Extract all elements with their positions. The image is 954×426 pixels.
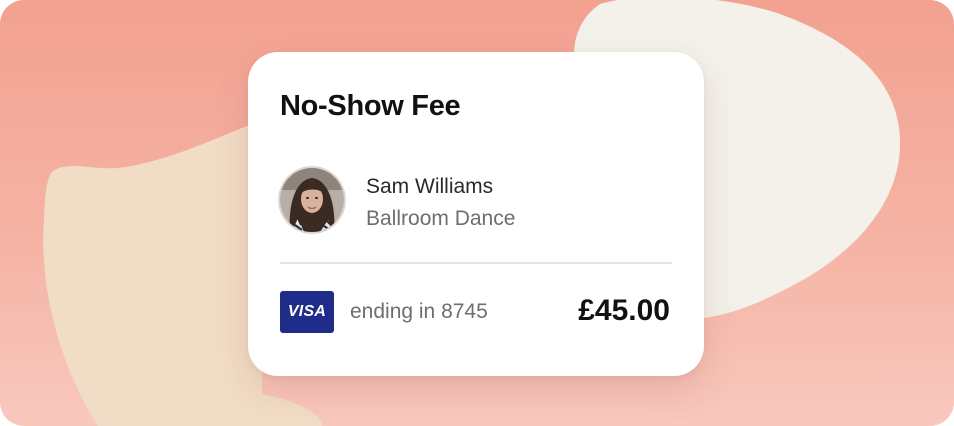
visa-card-icon: VISA <box>280 291 334 333</box>
card-ending-text: ending in 8745 <box>350 300 488 323</box>
client-avatar <box>280 168 344 232</box>
no-show-fee-card: No-Show Fee Sam Williams Ballroom Dance … <box>248 52 704 376</box>
fee-amount: £45.00 <box>578 294 670 327</box>
client-name: Sam Williams <box>366 175 494 198</box>
card-title: No-Show Fee <box>280 90 461 122</box>
promo-canvas: No-Show Fee Sam Williams Ballroom Dance … <box>0 0 954 426</box>
divider <box>280 262 672 264</box>
client-avatar-icon <box>280 168 344 232</box>
client-service: Ballroom Dance <box>366 207 516 230</box>
